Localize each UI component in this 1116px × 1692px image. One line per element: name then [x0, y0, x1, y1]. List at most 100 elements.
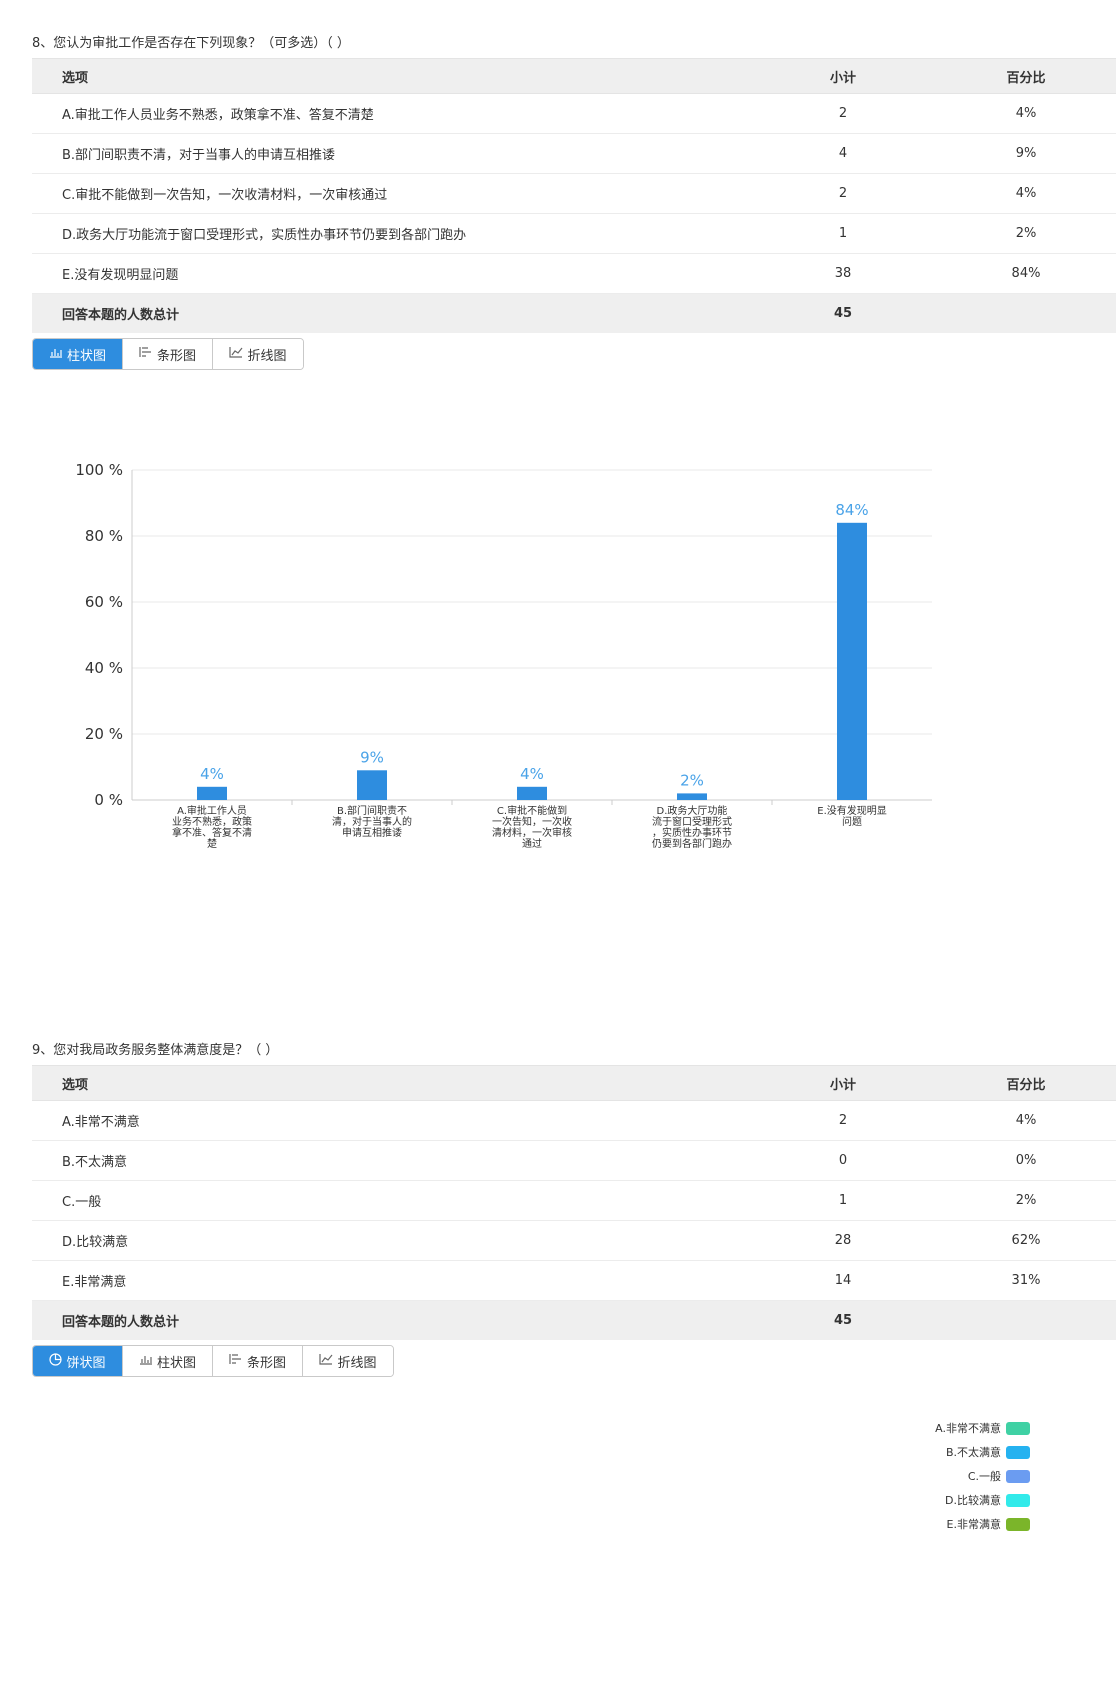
row-option: B.不太满意	[32, 1140, 750, 1181]
data-label: 4%	[200, 765, 224, 783]
data-label: 9%	[360, 748, 384, 766]
row-option: C.审批不能做到一次告知，一次收清材料，一次审核通过	[32, 173, 750, 214]
table-row: D.政务大厅功能流于窗口受理形式，实质性办事环节仍要到各部门跑办 1 2%	[32, 213, 1116, 254]
row-option: C.一般	[32, 1180, 750, 1221]
legend-label: E.非常满意	[946, 1518, 1001, 1531]
tab-line-chart[interactable]: 折线图	[213, 339, 303, 369]
tab-line-chart[interactable]: 折线图	[303, 1346, 393, 1376]
row-percent: 0%	[936, 1140, 1116, 1181]
y-tick-label: 60 %	[85, 593, 123, 611]
tab-pie-chart[interactable]: 饼状图	[33, 1346, 123, 1376]
row-percent: 2%	[936, 213, 1116, 254]
x-tick-label: 申请互相推诿	[342, 826, 402, 839]
row-count: 1	[750, 1180, 936, 1221]
legend-item[interactable]: B.不太满意	[880, 1440, 1030, 1464]
bar-chart-icon	[49, 346, 67, 362]
x-tick-label: A.审批工作人员	[177, 804, 247, 817]
legend-swatch	[1006, 1493, 1030, 1507]
row-percent: 4%	[936, 1100, 1116, 1141]
table-row: C.审批不能做到一次告知，一次收清材料，一次审核通过 2 4%	[32, 173, 1116, 214]
row-option: E.没有发现明显问题	[32, 253, 750, 294]
q8-title: 8、您认为审批工作是否存在下列现象？（可多选）（ ）	[32, 36, 350, 51]
data-label: 2%	[680, 771, 704, 789]
tab-bar-chart[interactable]: 柱状图	[33, 339, 123, 369]
total-count: 45	[750, 1300, 936, 1340]
x-tick-label: B.部门间职责不	[337, 804, 407, 817]
total-label: 回答本题的人数总计	[32, 293, 750, 333]
legend-item[interactable]: C.一般	[880, 1464, 1030, 1488]
bar	[677, 793, 707, 800]
table-row: B.部门间职责不清，对于当事人的申请互相推诿 4 9%	[32, 133, 1116, 174]
tab-label: 饼状图	[66, 1355, 106, 1371]
legend-item[interactable]: D.比较满意	[880, 1488, 1030, 1512]
tab-horizontal-bar-chart[interactable]: 条形图	[213, 1346, 303, 1376]
tab-label: 条形图	[156, 348, 196, 364]
legend-swatch	[1006, 1421, 1030, 1435]
x-tick-label: E.没有发现明显	[817, 804, 887, 817]
row-percent: 84%	[936, 253, 1116, 294]
tab-label: 柱状图	[66, 348, 106, 364]
line-chart-icon	[229, 346, 247, 362]
x-tick-label: 一次告知，一次收	[492, 815, 572, 828]
row-count: 38	[750, 253, 936, 294]
table-row: E.非常满意 14 31%	[32, 1260, 1116, 1301]
row-count: 2	[750, 1100, 936, 1141]
x-tick-label: 业务不熟悉，政策	[172, 815, 252, 828]
bar	[837, 522, 867, 800]
tab-label: 柱状图	[156, 1355, 196, 1371]
table-row: A.非常不满意 2 4%	[32, 1100, 1116, 1141]
tab-horizontal-bar-chart[interactable]: 条形图	[123, 339, 213, 369]
header-count: 小计	[750, 1065, 936, 1101]
row-count: 2	[750, 93, 936, 134]
y-tick-label: 80 %	[85, 527, 123, 545]
row-percent: 62%	[936, 1220, 1116, 1261]
q9-results-table: 选项 小计 百分比 A.非常不满意 2 4% B.不太满意 0 0% C.一般 …	[32, 1065, 1116, 1340]
row-count: 2	[750, 173, 936, 214]
header-percent: 百分比	[936, 58, 1116, 94]
table-total-row: 回答本题的人数总计 45	[32, 1300, 1116, 1340]
legend-swatch	[1006, 1445, 1030, 1459]
legend-label: C.一般	[967, 1470, 1001, 1483]
legend-item[interactable]: E.非常满意	[880, 1512, 1030, 1536]
row-percent: 31%	[936, 1260, 1116, 1301]
line-chart-icon	[319, 1353, 337, 1369]
legend-item[interactable]: A.非常不满意	[880, 1416, 1030, 1440]
table-header-row: 选项 小计 百分比	[32, 1065, 1116, 1101]
horizontal-bar-icon	[229, 1353, 247, 1369]
q8-results-table: 选项 小计 百分比 A.审批工作人员业务不熟悉，政策拿不准、答复不清楚 2 4%…	[32, 58, 1116, 333]
x-tick-label: 拿不准、答复不清	[172, 826, 252, 839]
table-header-row: 选项 小计 百分比	[32, 58, 1116, 94]
tab-label: 折线图	[337, 1355, 377, 1371]
x-tick-label: D.政务大厅功能	[657, 804, 728, 817]
row-option: D.比较满意	[32, 1220, 750, 1261]
row-option: A.审批工作人员业务不熟悉，政策拿不准、答复不清楚	[32, 93, 750, 134]
row-count: 4	[750, 133, 936, 174]
total-percent-empty	[936, 1300, 1116, 1340]
table-row: A.审批工作人员业务不熟悉，政策拿不准、答复不清楚 2 4%	[32, 93, 1116, 134]
x-tick-label: 仍要到各部门跑办	[652, 837, 732, 850]
row-option: E.非常满意	[32, 1260, 750, 1301]
bar	[517, 786, 547, 800]
header-option: 选项	[32, 58, 750, 94]
q9-title: 9、您对我局政务服务整体满意度是？（ ）	[32, 1043, 279, 1058]
header-option: 选项	[32, 1065, 750, 1101]
x-tick-label: 问题	[842, 815, 862, 828]
total-count: 45	[750, 293, 936, 333]
pie-chart-icon	[49, 1352, 66, 1370]
x-tick-label: C.审批不能做到	[497, 804, 567, 817]
q8-chart-type-tabs: 柱状图 条形图 折线图	[32, 338, 304, 370]
horizontal-bar-icon	[139, 346, 157, 362]
q9-pie-legend: A.非常不满意 B.不太满意 C.一般 D.比较满意 E.非常满意	[880, 1416, 1030, 1536]
x-tick-label: 流于窗口受理形式	[652, 815, 732, 828]
legend-swatch	[1006, 1469, 1030, 1483]
header-count: 小计	[750, 58, 936, 94]
row-count: 14	[750, 1260, 936, 1301]
bar	[197, 786, 227, 800]
table-total-row: 回答本题的人数总计 45	[32, 293, 1116, 333]
tab-bar-chart[interactable]: 柱状图	[123, 1346, 213, 1376]
row-option: A.非常不满意	[32, 1100, 750, 1141]
row-count: 28	[750, 1220, 936, 1261]
x-tick-label: 清，对于当事人的	[332, 815, 412, 828]
total-label: 回答本题的人数总计	[32, 1300, 750, 1340]
row-percent: 4%	[936, 173, 1116, 214]
